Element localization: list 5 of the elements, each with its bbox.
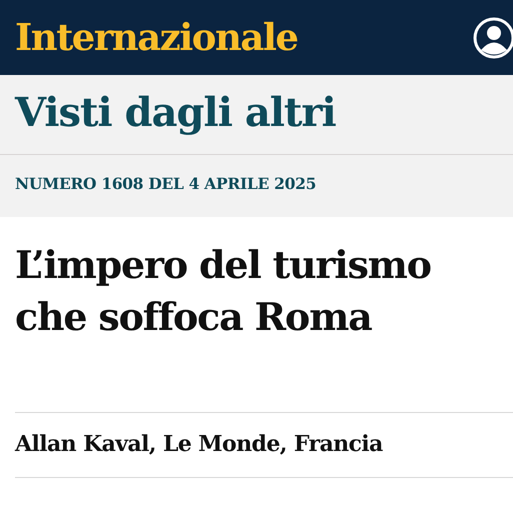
section-title[interactable]: Visti dagli altri xyxy=(0,75,513,155)
article-headline: L’impero del turismo che soffoca Roma xyxy=(15,241,432,341)
user-icon[interactable] xyxy=(473,16,513,58)
article-byline: Allan Kaval, Le Monde, Francia xyxy=(15,412,513,478)
issue-date: NUMERO 1608 DEL 4 APRILE 2025 xyxy=(14,173,318,195)
